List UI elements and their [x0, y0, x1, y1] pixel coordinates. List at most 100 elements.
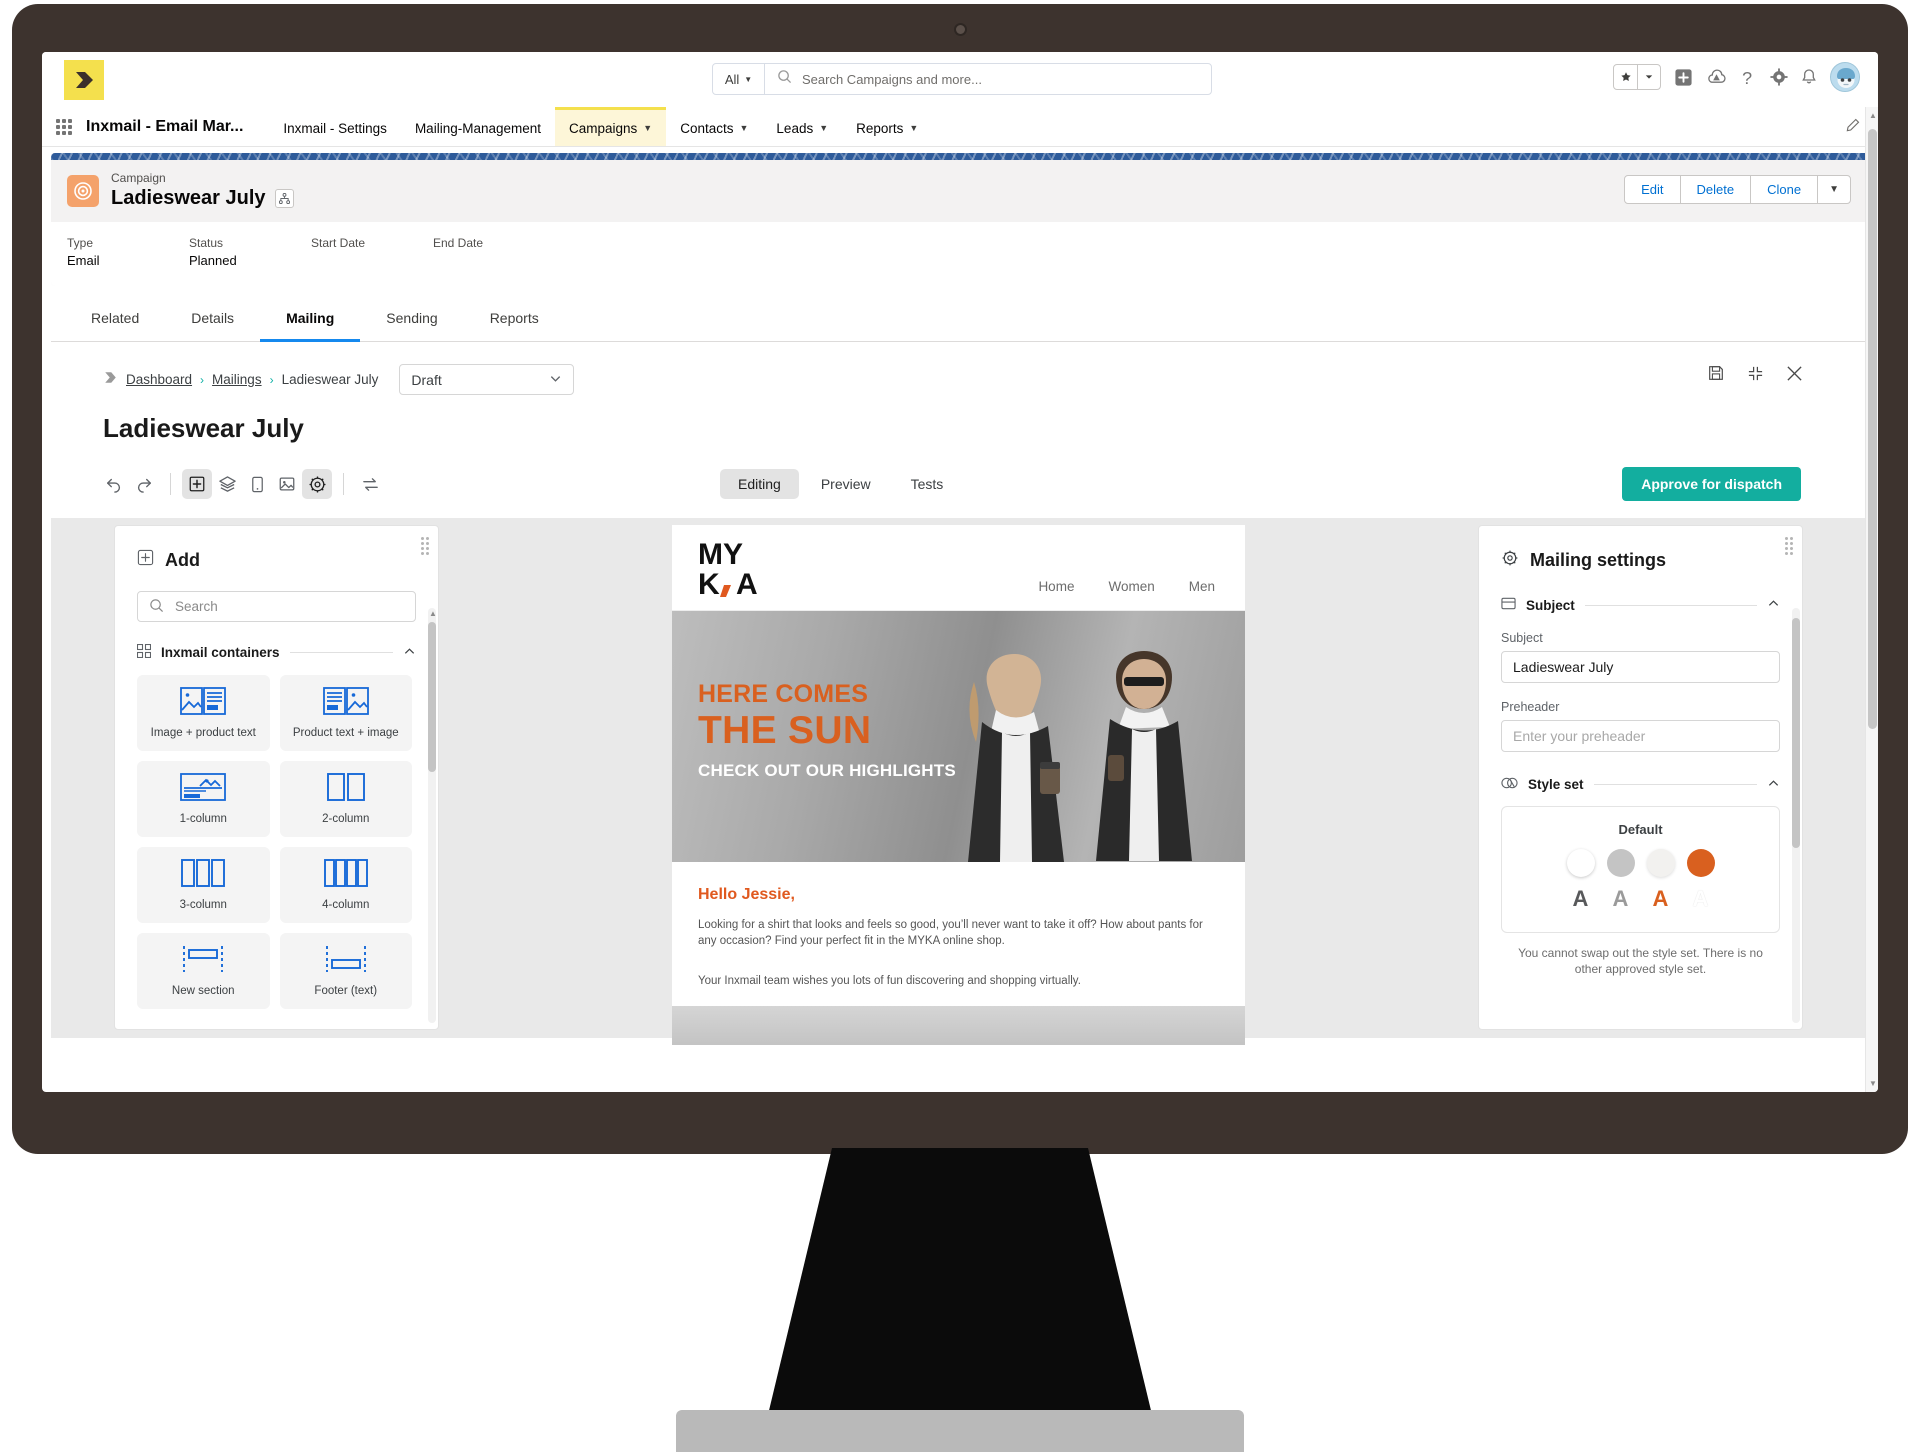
- search-scope-select[interactable]: All ▼: [713, 64, 765, 94]
- containers-section-header[interactable]: Inxmail containers: [136, 643, 416, 661]
- tile-1-column[interactable]: 1-column: [137, 761, 270, 837]
- mailing-settings-panel: Mailing settings Subject Subject Ladiesw…: [1478, 525, 1803, 1030]
- favorites-button[interactable]: [1613, 64, 1661, 90]
- chevron-down-icon[interactable]: ▼: [1869, 1079, 1877, 1088]
- nav-item-mailing-management[interactable]: Mailing-Management: [401, 107, 555, 146]
- chevron-down-icon: ▼: [819, 123, 829, 133]
- nav-item-reports[interactable]: Reports ▼: [842, 107, 932, 146]
- nav-item-campaigns[interactable]: Campaigns ▼: [555, 107, 667, 146]
- inxmail-logo-icon[interactable]: [64, 59, 104, 100]
- email-nav-home[interactable]: Home: [1038, 579, 1074, 594]
- add-button[interactable]: [1674, 68, 1693, 87]
- chevron-up-icon[interactable]: ▲: [1869, 111, 1877, 120]
- approve-for-dispatch-button[interactable]: Approve for dispatch: [1622, 467, 1801, 501]
- campaign-target-icon: [67, 175, 99, 207]
- swatch-light: [1646, 849, 1675, 877]
- chevron-up-icon[interactable]: ▲: [429, 609, 437, 618]
- style-set-card[interactable]: Default A A A A: [1501, 806, 1780, 933]
- global-search[interactable]: All ▼ Search Campaigns and more...: [712, 63, 1212, 95]
- chevron-down-icon[interactable]: ▼: [1817, 176, 1850, 203]
- nav-item-leads[interactable]: Leads ▼: [762, 107, 842, 146]
- gear-icon[interactable]: [1770, 68, 1788, 86]
- nav-item-contacts[interactable]: Contacts ▼: [666, 107, 762, 146]
- tile-footer-text[interactable]: Footer (text): [279, 933, 412, 1009]
- tile-product-text-image[interactable]: Product text + image: [279, 675, 412, 751]
- monitor-frame: All ▼ Search Campaigns and more... ? Inx…: [12, 4, 1908, 1154]
- page-scrollbar[interactable]: ▲ ▼: [1865, 107, 1878, 1092]
- tab-preview[interactable]: Preview: [803, 469, 889, 499]
- editor-mode-tabs: Editing Preview Tests: [720, 469, 961, 499]
- record-field-end-date: End Date: [433, 235, 555, 270]
- style-set-section-header[interactable]: Style set: [1501, 776, 1780, 793]
- email-nav-men[interactable]: Men: [1189, 579, 1215, 594]
- hierarchy-icon[interactable]: [274, 189, 294, 208]
- add-panel-scrollbar[interactable]: ▲: [428, 608, 437, 1023]
- tile-new-section[interactable]: New section: [137, 933, 270, 1009]
- mailing-editor: Dashboard › Mailings › Ladieswear July D…: [51, 342, 1869, 1045]
- subject-section-header[interactable]: Subject: [1501, 596, 1780, 614]
- settings-button[interactable]: [302, 469, 332, 499]
- email-nav-women[interactable]: Women: [1108, 579, 1154, 594]
- field-label: Start Date: [311, 236, 366, 250]
- scrollbar-thumb[interactable]: [1868, 129, 1877, 729]
- subject-input[interactable]: Ladieswear July: [1501, 651, 1780, 683]
- layers-button[interactable]: [212, 469, 242, 499]
- chevron-down-icon[interactable]: [1637, 65, 1660, 89]
- tab-sending[interactable]: Sending: [360, 296, 463, 342]
- nav-item-inxmail-settings[interactable]: Inxmail - Settings: [269, 107, 401, 146]
- collapse-arrows-icon[interactable]: [1747, 365, 1764, 387]
- app-launcher-icon[interactable]: [42, 107, 86, 146]
- email-preview[interactable]: MY K A Home Women Men HERE COMES THE SUN…: [672, 525, 1245, 1045]
- media-button[interactable]: [272, 469, 302, 499]
- image-left-text-right-icon: [180, 687, 227, 720]
- tab-details[interactable]: Details: [165, 296, 260, 342]
- clone-button[interactable]: Clone: [1750, 176, 1817, 203]
- breadcrumb-mailings[interactable]: Mailings: [212, 372, 262, 387]
- bell-icon[interactable]: [1801, 68, 1817, 86]
- search-input[interactable]: Search Campaigns and more...: [765, 64, 1211, 94]
- tab-related[interactable]: Related: [65, 296, 165, 342]
- avatar[interactable]: [1830, 62, 1860, 92]
- chevron-up-icon[interactable]: [1767, 597, 1780, 613]
- pencil-icon[interactable]: [1845, 118, 1860, 138]
- subject-box-icon: [1501, 596, 1516, 614]
- edit-button[interactable]: Edit: [1625, 176, 1679, 203]
- mailing-status-select[interactable]: Draft: [399, 364, 575, 395]
- delete-button[interactable]: Delete: [1679, 176, 1751, 203]
- drag-handle-icon[interactable]: [1785, 537, 1793, 555]
- swap-button[interactable]: [355, 469, 385, 499]
- tab-mailing[interactable]: Mailing: [260, 296, 361, 342]
- star-icon[interactable]: [1614, 65, 1637, 89]
- scrollbar-thumb[interactable]: [428, 622, 436, 772]
- chevron-right-icon: ›: [269, 372, 274, 387]
- tile-label: Footer (text): [314, 985, 378, 997]
- question-mark-icon[interactable]: ?: [1740, 68, 1757, 87]
- style-set-swatches: [1502, 849, 1779, 877]
- tab-tests[interactable]: Tests: [893, 469, 962, 499]
- chevron-up-icon[interactable]: [1767, 777, 1780, 793]
- save-disk-icon[interactable]: [1707, 364, 1725, 387]
- cloud-icon[interactable]: [1706, 69, 1727, 86]
- search-input[interactable]: Search: [137, 591, 416, 622]
- scrollbar-thumb[interactable]: [1792, 618, 1800, 848]
- chevron-up-icon[interactable]: [403, 645, 416, 661]
- tile-label: Product text + image: [292, 727, 399, 739]
- undo-button[interactable]: [99, 469, 129, 499]
- tab-reports[interactable]: Reports: [464, 296, 565, 342]
- close-icon[interactable]: [1786, 365, 1803, 387]
- drag-handle-icon[interactable]: [421, 537, 429, 555]
- tile-2-column[interactable]: 2-column: [279, 761, 412, 837]
- tile-label: 1-column: [179, 813, 227, 825]
- tab-editing[interactable]: Editing: [720, 469, 799, 499]
- settings-panel-scrollbar[interactable]: [1792, 608, 1800, 1023]
- tile-image-product-text[interactable]: Image + product text: [137, 675, 270, 751]
- tile-4-column[interactable]: 4-column: [279, 847, 412, 923]
- add-panel-button[interactable]: [182, 469, 212, 499]
- mobile-preview-button[interactable]: [242, 469, 272, 499]
- redo-button[interactable]: [129, 469, 159, 499]
- tile-3-column[interactable]: 3-column: [137, 847, 270, 923]
- container-tiles: Image + product text Product text + imag…: [137, 675, 412, 1009]
- breadcrumb-dashboard[interactable]: Dashboard: [126, 372, 192, 387]
- record-banner: Campaign Ladieswear July Edit Delete Clo…: [51, 153, 1869, 286]
- preheader-input[interactable]: Enter your preheader: [1501, 720, 1780, 752]
